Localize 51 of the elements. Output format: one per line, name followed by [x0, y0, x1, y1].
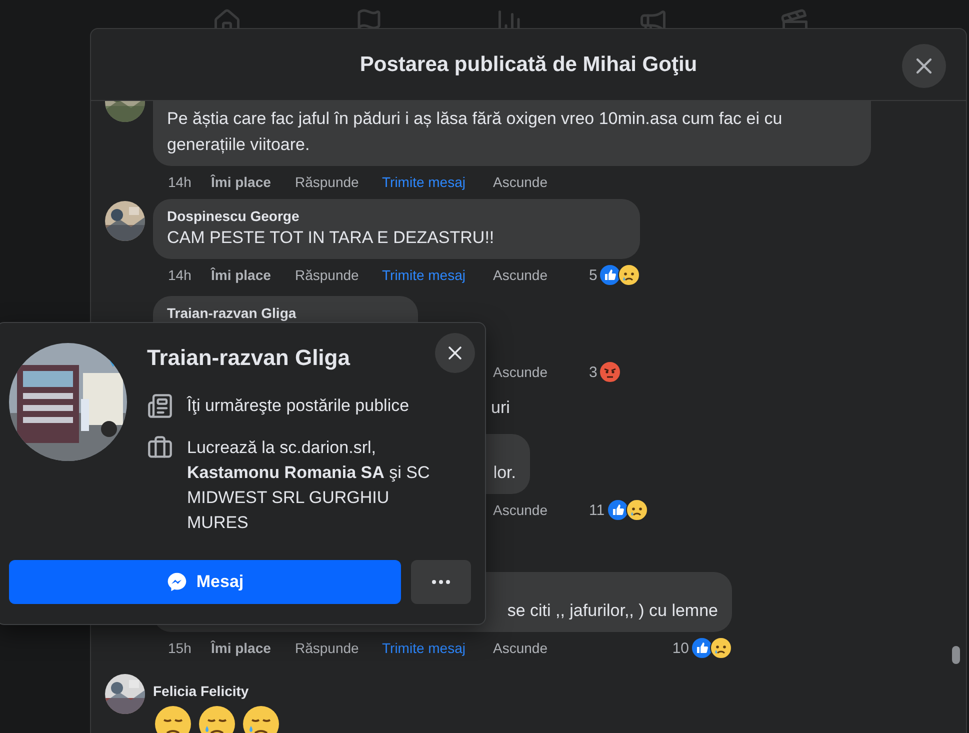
reaction-count: 11	[589, 502, 605, 518]
comment-text: Pe ăștia care fac jaful în păduri i aș lăsa fără oxigen vreo 10min.asa cum fac ei cu generațiile viitoare.	[167, 108, 784, 156]
comment-action-link[interactable]: Ascunde	[493, 502, 563, 518]
close-button[interactable]	[435, 333, 475, 373]
comment-action-link[interactable]: Ascunde	[493, 267, 563, 283]
feed-icon	[147, 393, 173, 419]
comment-action-link[interactable]: Ascunde	[493, 174, 563, 190]
comment-action-link[interactable]: Răspunde	[295, 640, 382, 656]
comment-action-link[interactable]: Îmi place	[211, 267, 295, 283]
comment-time: 14h	[168, 174, 192, 190]
close-button[interactable]	[902, 44, 946, 88]
comment-action-link[interactable]: Îmi place	[211, 640, 295, 656]
reaction-count: 3	[589, 364, 598, 380]
comment-text: se citi ,, jafurilor,, ) cu lemne	[507, 600, 718, 622]
thumbs-up-icon	[599, 264, 622, 286]
comment-text: lor.	[493, 462, 516, 484]
comment-author: Dospinescu George	[167, 207, 300, 225]
more-icon	[432, 580, 450, 584]
thumbs-up-icon	[606, 499, 629, 521]
message-button[interactable]: Mesaj	[9, 560, 401, 604]
thumbs-up-icon	[691, 637, 713, 659]
comment-action-link[interactable]: Trimite mesaj	[382, 174, 493, 190]
sad-emoji-icon	[197, 704, 237, 733]
comment-action-link[interactable]: Răspunde	[295, 174, 382, 190]
messenger-icon	[166, 571, 188, 593]
comment-text: uri	[491, 397, 510, 419]
comment-text: CAM PESTE TOT IN TARA E DEZASTRU!!	[167, 227, 494, 249]
comment-author: Traian-razvan Gliga	[167, 304, 296, 322]
comment-action-link[interactable]: Răspunde	[295, 267, 382, 283]
dialog-title: Postarea publicată de Mihai Goţiu	[360, 52, 698, 76]
comment-action-link[interactable]: Trimite mesaj	[382, 267, 493, 283]
profile-detail: Îţi urmăreşte postările publice	[187, 395, 410, 417]
comment-action-link[interactable]: Ascunde	[493, 640, 563, 656]
sad-face-icon	[626, 499, 648, 521]
comment-author: Felicia Felicity	[153, 682, 250, 700]
scrollbar-thumb[interactable]	[952, 646, 960, 664]
reaction-count: 5	[589, 266, 598, 284]
sad-face-icon	[618, 264, 640, 286]
angry-face-icon	[599, 361, 622, 383]
sad-emoji-icon	[153, 704, 193, 733]
sad-face-icon	[710, 637, 732, 659]
profile-detail: Lucrează la sc.darion.srl, Kastamonu Romania SA şi SC MIDWEST SRL GURGHIU MURES	[187, 437, 431, 534]
reaction-count: 10	[672, 640, 689, 656]
more-button[interactable]	[411, 560, 471, 604]
briefcase-icon	[147, 435, 173, 461]
sad-emoji-icon	[241, 704, 281, 733]
comment-time: 14h	[168, 267, 192, 283]
comment-action-link[interactable]: Îmi place	[211, 174, 295, 190]
comment-time: 15h	[168, 640, 192, 656]
comment-action-link[interactable]: Ascunde	[493, 364, 563, 380]
comment-action-link[interactable]: Trimite mesaj	[382, 640, 493, 656]
